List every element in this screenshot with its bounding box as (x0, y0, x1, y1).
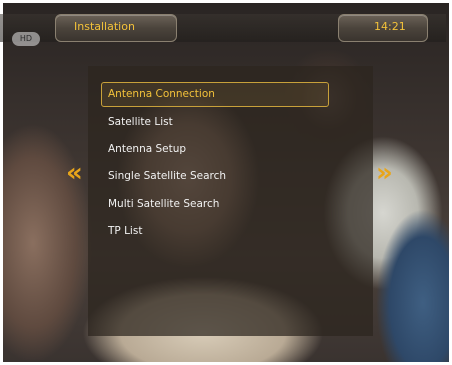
left-arrow-icon[interactable]: « (66, 158, 83, 188)
clock: 14:21 (374, 20, 406, 33)
channel-logo: HD (12, 32, 40, 46)
menu-item-single-satellite-search[interactable]: Single Satellite Search (108, 170, 226, 182)
menu-item-satellite-list[interactable]: Satellite List (108, 116, 173, 128)
menu-item-tp-list[interactable]: TP List (108, 225, 142, 237)
menu-item-multi-satellite-search[interactable]: Multi Satellite Search (108, 198, 219, 210)
right-arrow-icon[interactable]: » (376, 158, 393, 188)
menu-item-antenna-connection[interactable]: Antenna Connection (101, 82, 329, 107)
page-title: Installation (74, 20, 135, 33)
menu-item-antenna-setup[interactable]: Antenna Setup (108, 143, 186, 155)
